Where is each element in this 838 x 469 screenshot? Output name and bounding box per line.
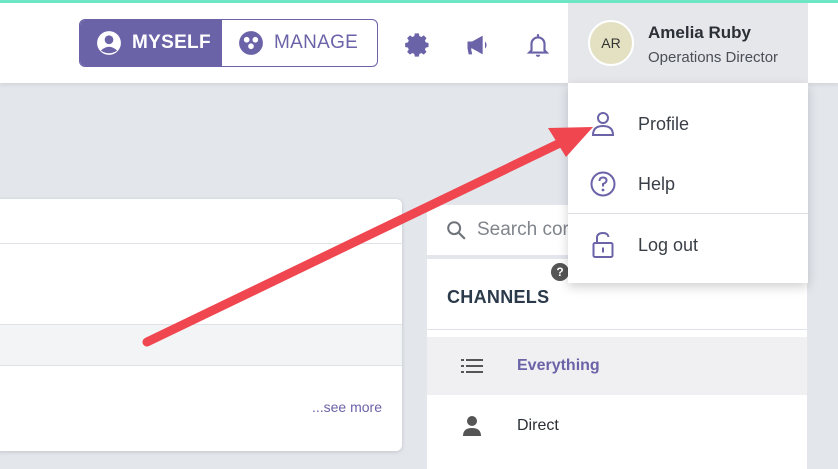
menu-item-logout[interactable]: Log out <box>568 216 808 274</box>
menu-divider <box>568 213 808 214</box>
user-name: Amelia Ruby <box>648 23 751 42</box>
team-icon <box>239 31 263 55</box>
myself-label: MYSELF <box>132 32 211 53</box>
myself-button[interactable]: MYSELF <box>80 20 222 66</box>
user-menu-trigger[interactable]: AR Amelia Ruby Operations Director <box>568 3 808 83</box>
card-divider <box>0 243 402 244</box>
search-icon <box>447 221 466 240</box>
channel-label: Direct <box>517 417 559 434</box>
megaphone-icon[interactable] <box>464 31 492 59</box>
channel-item-everything[interactable]: Everything <box>427 337 807 395</box>
lock-icon <box>592 231 614 258</box>
help-badge-icon[interactable]: ? <box>551 263 569 281</box>
channels-divider <box>427 329 807 330</box>
menu-item-label: Profile <box>638 113 690 134</box>
user-circle-icon <box>97 31 121 55</box>
see-more-link[interactable]: ...see more <box>312 399 382 415</box>
top-bar: MYSELF MANAGE AR Amelia Ruby Operations … <box>0 3 838 83</box>
channels-title: CHANNELS <box>447 287 550 307</box>
menu-item-label: Help <box>638 173 676 194</box>
bell-icon[interactable] <box>524 31 552 59</box>
card-row-band <box>0 324 402 366</box>
person-icon <box>463 416 481 436</box>
user-role: Operations Director <box>648 49 779 66</box>
mode-toggle: MYSELF MANAGE <box>79 19 378 67</box>
content-card: ...see more <box>0 199 402 451</box>
search-field[interactable]: Search cor <box>427 205 577 255</box>
channel-label: Everything <box>517 357 600 374</box>
user-dropdown-menu: Profile Help Log out <box>568 83 808 283</box>
avatar: AR <box>588 20 634 66</box>
channel-item-direct[interactable]: Direct <box>427 397 807 455</box>
menu-item-help[interactable]: Help <box>568 155 808 213</box>
menu-item-profile[interactable]: Profile <box>568 95 808 153</box>
channels-panel: ? CHANNELS Everything Direct <box>427 259 807 469</box>
manage-button[interactable]: MANAGE <box>222 20 377 66</box>
person-icon <box>591 112 615 136</box>
menu-item-label: Log out <box>638 234 699 255</box>
search-placeholder: Search cor <box>477 219 569 240</box>
manage-label: MANAGE <box>274 32 359 53</box>
question-circle-icon <box>590 171 616 197</box>
list-icon <box>461 359 483 373</box>
gear-icon[interactable] <box>404 31 432 59</box>
